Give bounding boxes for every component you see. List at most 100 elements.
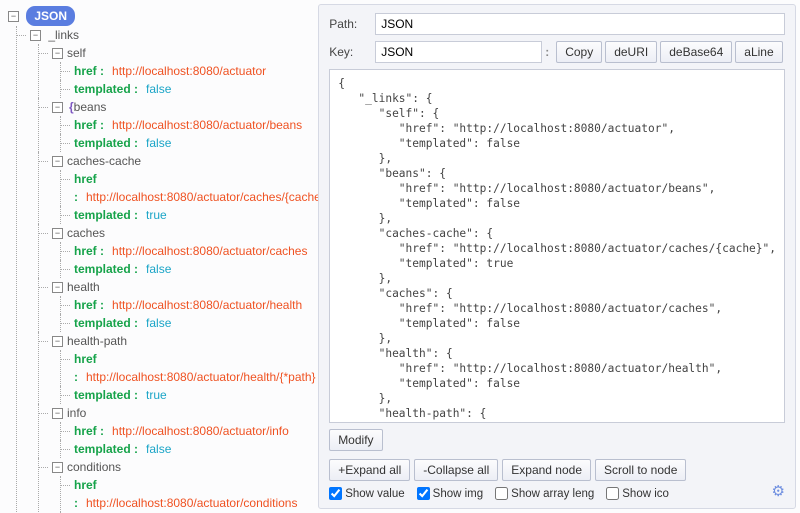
show-array-leng-check[interactable]: Show array leng [495, 487, 594, 500]
collapse-all-button[interactable]: -Collapse all [414, 459, 498, 481]
tree-node[interactable]: −caches-cache href :http://localhost:8080… [30, 152, 318, 224]
show-img-check[interactable]: Show img [417, 487, 484, 500]
copy-button[interactable]: Copy [556, 41, 602, 63]
prop-value-bool: true [146, 208, 167, 222]
scroll-to-node-button[interactable]: Scroll to node [595, 459, 686, 481]
node-label: conditions [67, 460, 121, 474]
prop-key: templated [74, 136, 131, 150]
modify-button[interactable]: Modify [329, 429, 382, 451]
prop-key: href [74, 64, 97, 78]
tree-leaf[interactable]: templated :false [52, 260, 318, 278]
collapse-icon[interactable]: − [52, 102, 63, 113]
tree-node[interactable]: −{beanshref :http://localhost:8080/actua… [30, 98, 318, 152]
tree-action-row: +Expand all -Collapse all Expand node Sc… [329, 459, 785, 481]
collapse-icon[interactable]: − [52, 228, 63, 239]
prop-value-url: http://localhost:8080/actuator/info [112, 424, 289, 438]
expand-node-button[interactable]: Expand node [502, 459, 591, 481]
collapse-icon[interactable]: − [52, 462, 63, 473]
node-label: _links [48, 28, 79, 42]
prop-key: href [74, 298, 97, 312]
collapse-icon[interactable]: − [52, 408, 63, 419]
collapse-icon[interactable]: − [8, 11, 19, 22]
tree-node-links[interactable]: − _links −selfhref :http://localhost:808… [8, 26, 318, 513]
debase64-button[interactable]: deBase64 [660, 41, 732, 63]
tree-leaf[interactable]: href :http://localhost:8080/actuator [52, 62, 318, 80]
prop-key: templated [74, 262, 131, 276]
collapse-icon[interactable]: − [52, 336, 63, 347]
path-input[interactable] [375, 13, 785, 35]
prop-value-bool: false [146, 262, 171, 276]
prop-value-url: http://localhost:8080/actuator/caches [112, 244, 307, 258]
json-tree-panel: − JSON − _links −selfhref :http://localh… [0, 0, 318, 513]
tree-leaf[interactable]: templated :true [52, 206, 318, 224]
prop-key: href [74, 352, 97, 366]
prop-key: href [74, 172, 97, 186]
prop-value-url: http://localhost:8080/actuator/condition… [86, 496, 297, 510]
prop-key: href [74, 244, 97, 258]
tree-node[interactable]: −conditions href :http://localhost:8080/a… [30, 458, 318, 513]
prop-value-bool: true [146, 388, 167, 402]
prop-value-url: http://localhost:8080/actuator [112, 64, 266, 78]
separator: : [542, 45, 552, 59]
prop-value-url: http://localhost:8080/actuator/beans [112, 118, 302, 132]
raw-json-view[interactable]: { "_links": { "self": { "href": "http://… [329, 69, 785, 423]
aline-button[interactable]: aLine [735, 41, 782, 63]
gear-icon[interactable]: ⚙ [772, 482, 785, 500]
prop-value-url: http://localhost:8080/actuator/health [112, 298, 302, 312]
key-input[interactable] [375, 41, 542, 63]
key-row: Key: : Copy deURI deBase64 aLine [329, 41, 785, 63]
tree-leaf[interactable]: templated :false [52, 80, 318, 98]
tree-leaf[interactable]: href :http://localhost:8080/actuator/cac… [52, 242, 318, 260]
collapse-icon[interactable]: − [52, 48, 63, 59]
show-ico-check[interactable]: Show ico [606, 487, 669, 500]
prop-value-bool: false [146, 316, 171, 330]
prop-key: href [74, 118, 97, 132]
tree-leaf[interactable]: templated :false [52, 314, 318, 332]
prop-value-url: http://localhost:8080/actuator/health/{*… [86, 370, 316, 384]
path-row: Path: [329, 13, 785, 35]
prop-key: href [74, 424, 97, 438]
node-label: info [67, 406, 86, 420]
prop-value-bool: false [146, 442, 171, 456]
node-label: beans [74, 100, 107, 114]
tree-leaf[interactable]: href :http://localhost:8080/actuator/hea… [52, 350, 318, 386]
prop-value-bool: false [146, 136, 171, 150]
tree-node[interactable]: −caches href :http://localhost:8080/actua… [30, 224, 318, 278]
prop-value-url: http://localhost:8080/actuator/caches/{c… [86, 190, 318, 204]
prop-key: templated [74, 316, 131, 330]
tree-leaf[interactable]: href :http://localhost:8080/actuator/inf… [52, 422, 318, 440]
node-label: self [67, 46, 86, 60]
tree-node[interactable]: −self href :http://localhost:8080/actuato… [30, 44, 318, 98]
path-label: Path: [329, 17, 375, 31]
node-label: caches [67, 226, 105, 240]
prop-value-bool: false [146, 82, 171, 96]
expand-all-button[interactable]: +Expand all [329, 459, 410, 481]
tree-leaf[interactable]: templated :false [52, 440, 318, 458]
node-label: health [67, 280, 100, 294]
prop-key: templated [74, 388, 131, 402]
show-value-check[interactable]: Show value [329, 487, 404, 500]
tree-node[interactable]: −info href :http://localhost:8080/actuato… [30, 404, 318, 458]
json-tree: − JSON − _links −selfhref :http://localh… [4, 6, 318, 513]
collapse-icon[interactable]: − [52, 282, 63, 293]
deuri-button[interactable]: deURI [605, 41, 657, 63]
tree-leaf[interactable]: href :http://localhost:8080/actuator/bea… [52, 116, 318, 134]
prop-key: templated [74, 208, 131, 222]
tree-leaf[interactable]: templated :true [52, 386, 318, 404]
prop-key: templated [74, 82, 131, 96]
prop-key: href [74, 478, 97, 492]
node-label: health-path [67, 334, 127, 348]
node-label: caches-cache [67, 154, 141, 168]
tree-leaf[interactable]: templated :false [52, 134, 318, 152]
tree-leaf[interactable]: href :http://localhost:8080/actuator/hea… [52, 296, 318, 314]
tree-node[interactable]: −health-path href :http://localhost:8080/… [30, 332, 318, 404]
prop-key: templated [74, 442, 131, 456]
collapse-icon[interactable]: − [52, 156, 63, 167]
tree-node[interactable]: −health href :http://localhost:8080/actua… [30, 278, 318, 332]
tree-leaf[interactable]: href :http://localhost:8080/actuator/con… [52, 476, 318, 512]
root-label[interactable]: JSON [26, 6, 75, 26]
key-label: Key: [329, 45, 375, 59]
tree-root[interactable]: − JSON − _links −selfhref :http://localh… [4, 6, 318, 513]
collapse-icon[interactable]: − [30, 30, 41, 41]
tree-leaf[interactable]: href :http://localhost:8080/actuator/cac… [52, 170, 318, 206]
